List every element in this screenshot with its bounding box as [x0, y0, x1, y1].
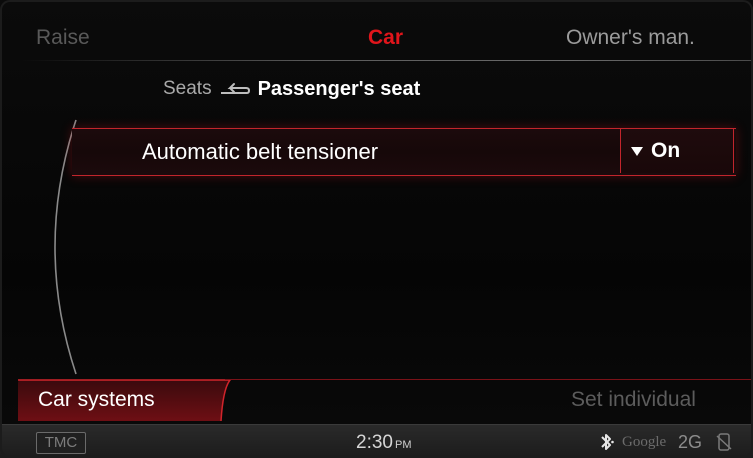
clock-time: 2:30: [356, 432, 393, 453]
tab-car-systems[interactable]: Car systems: [18, 379, 233, 421]
tab-raise[interactable]: Raise: [36, 26, 90, 50]
tab-set-individual[interactable]: Set individual: [571, 388, 696, 412]
infotainment-screen: Raise Car Owner's man. Seats Passenger's…: [0, 0, 753, 458]
setting-row-belt-tensioner[interactable]: Automatic belt tensioner On: [72, 128, 736, 176]
setting-value: On: [651, 139, 681, 162]
tab-car-systems-label: Car systems: [38, 388, 155, 411]
tab-car[interactable]: Car: [368, 26, 403, 50]
bluetooth-icon: [601, 434, 614, 450]
google-label: Google: [622, 434, 667, 450]
setting-value-dropdown[interactable]: On: [620, 129, 734, 173]
breadcrumb: Seats Passenger's seat: [163, 76, 420, 102]
tab-owners-manual[interactable]: Owner's man.: [566, 26, 695, 50]
breadcrumb-current: Passenger's seat: [257, 77, 421, 100]
dropdown-triangle-icon: [631, 146, 643, 156]
top-divider: [20, 60, 753, 61]
top-menu-bar: Raise Car Owner's man.: [0, 16, 753, 62]
tmc-badge: TMC: [36, 432, 86, 454]
bottom-divider: [225, 379, 753, 380]
clock: 2:30 PM: [356, 432, 411, 454]
bottom-tabs: Car systems Set individual: [0, 379, 753, 421]
breadcrumb-parent[interactable]: Seats: [163, 78, 212, 100]
network-label: 2G: [678, 432, 703, 452]
return-arrow-icon[interactable]: [218, 79, 252, 99]
setting-label: Automatic belt tensioner: [142, 139, 379, 164]
status-bar: TMC 2:30 PM Google 2G: [0, 424, 753, 458]
clock-meridiem: PM: [394, 439, 412, 451]
phone-icon: [716, 433, 732, 451]
